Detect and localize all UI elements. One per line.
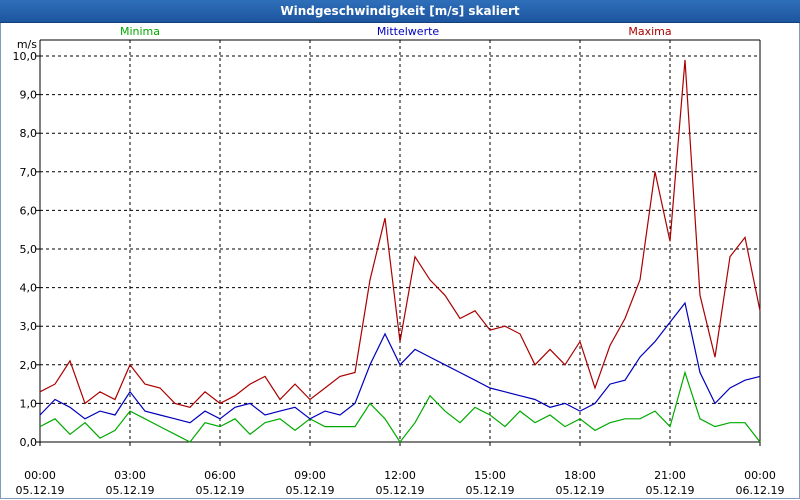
y-tick-label: 6,0 (20, 204, 38, 217)
x-tick-time: 00:00 (24, 469, 56, 482)
x-tick-date: 05.12.19 (286, 484, 335, 497)
legend-minima: Minima (120, 25, 160, 38)
y-tick-label: 4,0 (20, 282, 38, 295)
x-tick-time: 21:00 (654, 469, 686, 482)
y-tick-label: 5,0 (20, 243, 38, 256)
y-axis-unit: m/s (17, 38, 37, 51)
x-tick-time: 06:00 (204, 469, 236, 482)
y-tick-label: 7,0 (20, 166, 38, 179)
x-tick-time: 12:00 (384, 469, 416, 482)
x-tick-date: 05.12.19 (646, 484, 695, 497)
y-tick-label: 8,0 (20, 127, 38, 140)
x-tick-date: 05.12.19 (106, 484, 155, 497)
y-tick-label: 3,0 (20, 320, 38, 333)
y-tick-label: 10,0 (13, 50, 38, 63)
x-tick-date: 05.12.19 (556, 484, 605, 497)
x-tick-date: 06.12.19 (736, 484, 785, 497)
chart-grid (40, 40, 760, 442)
legend-maxima: Maxima (628, 25, 671, 38)
wind-speed-chart: 0,0 1,0 2,0 3,0 4,0 5,0 6,0 7,0 8,0 9,0 10,0 00:00 0… (13, 25, 785, 497)
x-tick-time: 15:00 (474, 469, 506, 482)
y-tick-label: 2,0 (20, 359, 38, 372)
x-tick-time: 18:00 (564, 469, 596, 482)
x-tick-date: 05.12.19 (466, 484, 515, 497)
chart-labels: 0,0 1,0 2,0 3,0 4,0 5,0 6,0 7,0 8,0 9,0 10,0 00:00 0… (13, 25, 785, 497)
x-tick-date: 05.12.19 (376, 484, 425, 497)
y-tick-label: 1,0 (20, 397, 38, 410)
x-tick-time: 03:00 (114, 469, 146, 482)
legend-mittelwerte: Mittelwerte (377, 25, 440, 38)
x-tick-date: 05.12.19 (196, 484, 245, 497)
y-tick-label: 0,0 (20, 436, 38, 449)
x-tick-time: 09:00 (294, 469, 326, 482)
x-tick-time: 00:00 (744, 469, 776, 482)
x-tick-date: 05.12.19 (16, 484, 65, 497)
series-line-mittelwerte (39, 301, 761, 424)
y-tick-label: 9,0 (20, 89, 38, 102)
chart-axes (36, 39, 761, 446)
